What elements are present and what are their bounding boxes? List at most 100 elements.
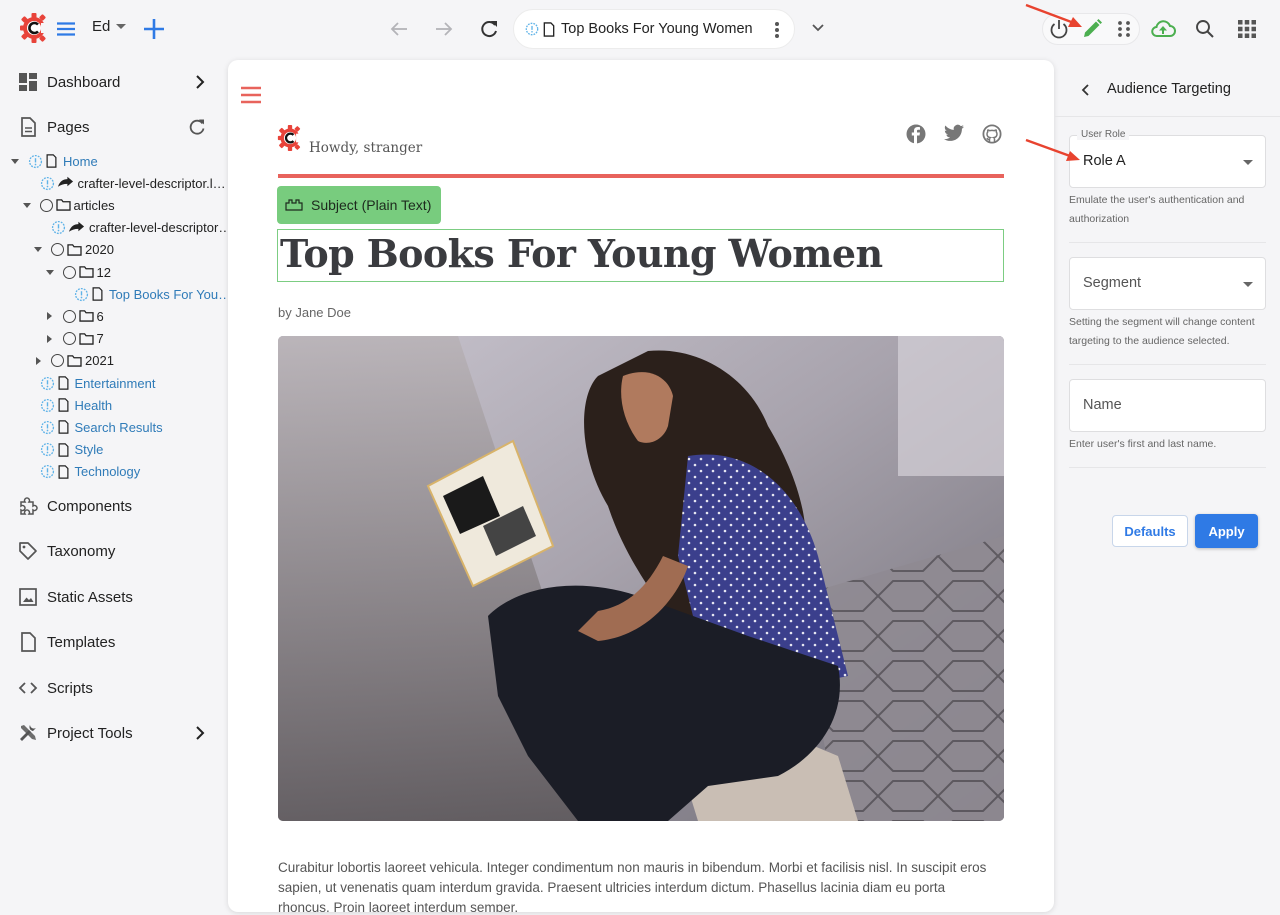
select-radio-icon[interactable] (62, 265, 76, 279)
refresh-icon[interactable] (187, 117, 207, 137)
cloud-upload-icon[interactable] (1150, 18, 1176, 40)
headline-editable[interactable]: Top Books For Young Women (277, 229, 1004, 282)
tree-item[interactable]: Entertainment (22, 373, 155, 393)
sidebar-item-pages[interactable]: Pages (0, 107, 228, 147)
redirect-icon (68, 221, 86, 235)
section-divider (1069, 242, 1266, 243)
tree-item[interactable]: crafter-level-descriptor.l… (22, 173, 226, 193)
tree-item[interactable]: articles (22, 195, 115, 215)
crafter-logo-icon[interactable] (19, 12, 49, 44)
tree-item[interactable]: Search Results (22, 417, 163, 437)
tree-item[interactable]: Home (10, 151, 98, 171)
address-page-title: Top Books For Young Women (561, 21, 753, 37)
sidebar-item-templates[interactable]: Templates (0, 622, 228, 662)
select-radio-icon[interactable] (62, 332, 76, 346)
tree-item[interactable]: crafter-level-descriptor… (33, 218, 231, 238)
field-label-subject[interactable]: Subject (Plain Text) (277, 186, 441, 224)
article-body: Curabitur lobortis laoreet vehicula. Int… (278, 860, 987, 912)
article-headline: Top Books For Young Women (280, 231, 883, 276)
expand-less-icon[interactable] (22, 200, 32, 210)
defaults-button[interactable]: Defaults (1112, 515, 1188, 547)
sidebar-item-static-assets[interactable]: Static Assets (0, 577, 228, 617)
github-icon[interactable] (982, 124, 1002, 144)
drag-handle-icon[interactable] (1116, 20, 1132, 38)
tree-item-label: articles (73, 197, 115, 213)
folder-icon (78, 332, 94, 346)
edit-pencil-icon[interactable] (1081, 18, 1103, 40)
expand-less-icon[interactable] (33, 245, 43, 255)
chevron-down-icon[interactable] (809, 19, 827, 37)
expand-less-icon[interactable] (45, 267, 55, 277)
back-chevron-icon[interactable] (1078, 82, 1092, 98)
tree-item[interactable]: Health (22, 395, 113, 415)
refresh-icon[interactable] (477, 17, 501, 41)
facebook-icon[interactable] (906, 124, 926, 144)
apps-grid-icon[interactable] (1238, 20, 1256, 38)
folder-icon (67, 243, 82, 257)
status-badge-icon (40, 464, 55, 479)
sidebar-item-label: Dashboard (47, 73, 121, 91)
dashboard-icon (18, 72, 38, 92)
page-icon (91, 287, 106, 301)
status-badge-icon (40, 442, 55, 457)
dropdown-arrow-icon (1243, 282, 1253, 287)
tag-icon (18, 541, 38, 561)
select-radio-icon[interactable] (39, 198, 53, 212)
tree-item[interactable]: 2021 (33, 351, 114, 371)
header-divider (278, 174, 1004, 178)
expand-more-icon[interactable] (33, 356, 43, 366)
tree-item-label: Health (74, 397, 113, 413)
tree-item-label: Home (63, 153, 98, 169)
segment-select[interactable]: Segment (1069, 257, 1266, 310)
more-vert-icon[interactable] (774, 21, 780, 39)
user-role-select[interactable]: Role A (1069, 135, 1266, 188)
expand-less-icon[interactable] (10, 156, 20, 166)
folder-icon (78, 309, 94, 323)
add-content-button[interactable] (141, 16, 167, 42)
select-radio-icon[interactable] (51, 354, 64, 368)
search-icon[interactable] (1195, 19, 1215, 39)
tree-item-label: 7 (96, 331, 104, 347)
apply-button[interactable]: Apply (1195, 514, 1258, 548)
folder-icon (78, 265, 94, 279)
sidebar-item-project-tools[interactable]: Project Tools (0, 713, 228, 753)
tree-item[interactable]: 12 (45, 262, 111, 282)
sidebar-item-components[interactable]: Components (0, 486, 228, 526)
page-icon (57, 420, 72, 435)
greeting-text: Howdy, stranger (309, 140, 423, 156)
tree-item[interactable]: Top Books For You… (56, 284, 231, 304)
redirect-icon (57, 176, 75, 190)
page-icon (543, 21, 555, 37)
hamburger-menu-icon[interactable] (54, 17, 78, 41)
page-icon (57, 442, 72, 457)
tree-item[interactable]: 2020 (33, 240, 114, 260)
name-input[interactable]: Name (1069, 379, 1266, 432)
expand-more-icon[interactable] (45, 334, 55, 344)
status-badge-icon (40, 398, 55, 413)
panel-title: Audience Targeting (1107, 81, 1231, 97)
power-icon[interactable] (1047, 17, 1071, 41)
sidebar-item-scripts[interactable]: Scripts (0, 668, 228, 708)
user-menu[interactable]: Ed (92, 18, 127, 35)
tree-item[interactable]: 7 (45, 329, 104, 349)
dropdown-arrow-icon (1243, 160, 1253, 165)
segment-placeholder: Segment (1083, 275, 1142, 291)
site-hamburger-icon[interactable] (241, 86, 261, 104)
site-logo-icon[interactable] (277, 122, 303, 154)
tree-item-label: Search Results (74, 419, 163, 435)
back-arrow-icon[interactable] (387, 17, 411, 41)
expand-more-icon[interactable] (45, 311, 55, 321)
sidebar-item-taxonomy[interactable]: Taxonomy (0, 531, 228, 571)
address-bar[interactable]: Top Books For Young Women (513, 9, 795, 49)
sidebar-item-dashboard[interactable]: Dashboard (0, 62, 228, 102)
tree-item[interactable]: Style (22, 440, 103, 460)
tree-item[interactable]: 6 (45, 306, 104, 326)
chevron-right-icon (192, 725, 208, 741)
forward-arrow-icon[interactable] (432, 17, 456, 41)
twitter-icon[interactable] (944, 124, 964, 144)
tree-item[interactable]: Technology (22, 462, 140, 482)
select-radio-icon[interactable] (62, 309, 76, 323)
select-radio-icon[interactable] (51, 243, 64, 257)
sidebar-item-label: Static Assets (47, 588, 133, 606)
sidebar-item-label: Scripts (47, 679, 93, 697)
